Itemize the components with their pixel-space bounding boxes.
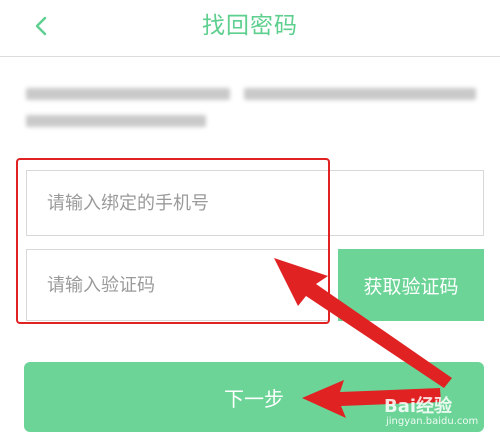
annotation-arrow-up: [274, 258, 452, 388]
watermark: Bai经验 jingyan.baidu.com: [384, 392, 494, 432]
annotation-arrows: [274, 258, 452, 418]
watermark-sub: jingyan.baidu.com: [386, 416, 479, 427]
watermark-brand: Bai经验: [384, 396, 453, 417]
